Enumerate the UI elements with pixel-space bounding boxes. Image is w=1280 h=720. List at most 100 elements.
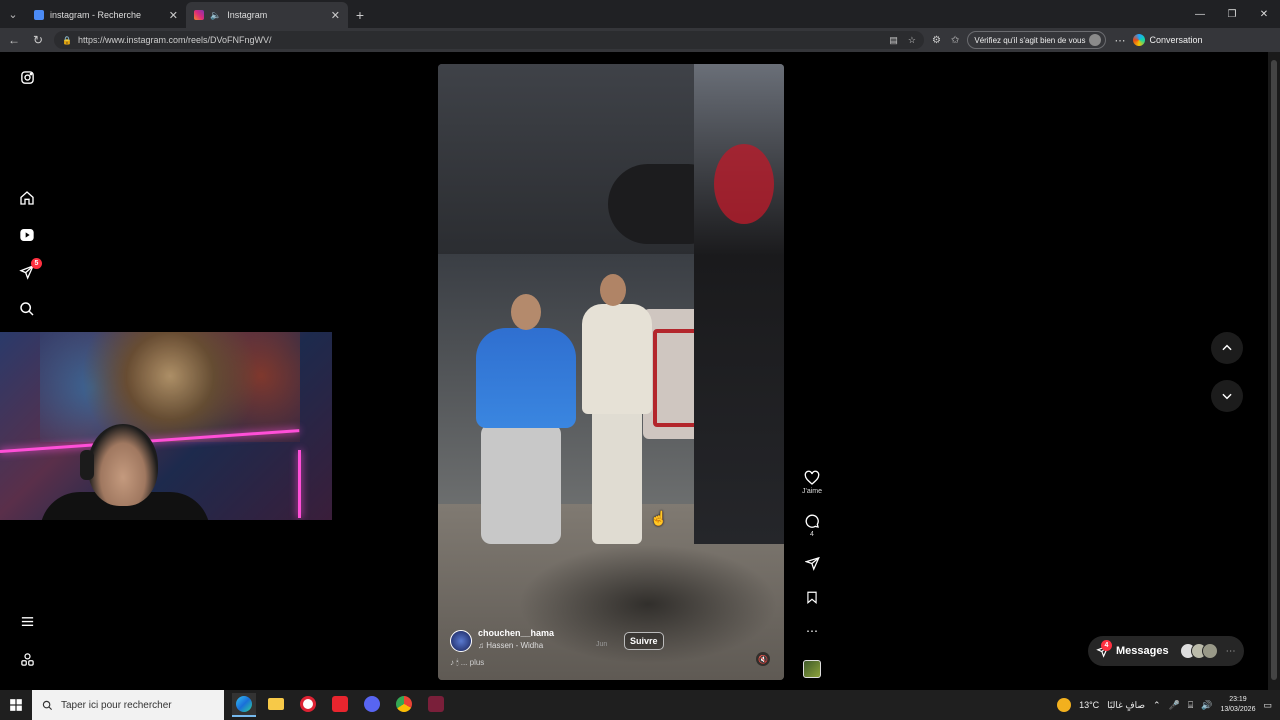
- reel-video[interactable]: [438, 64, 784, 680]
- lock-icon[interactable]: 🔒: [62, 36, 72, 45]
- audio-thumbnail[interactable]: [803, 660, 821, 678]
- minimize-button[interactable]: —: [1184, 0, 1216, 28]
- reels-icon[interactable]: [17, 225, 37, 245]
- comment-icon: [805, 514, 819, 528]
- steam-app[interactable]: [296, 693, 320, 717]
- scrollbar-thumb[interactable]: [1271, 60, 1277, 680]
- favorites-icon[interactable]: ✩: [951, 35, 959, 46]
- meta-apps-icon[interactable]: [17, 649, 37, 669]
- mute-icon[interactable]: 🔇: [756, 652, 770, 666]
- steam-icon: [300, 696, 316, 712]
- url-field[interactable]: 🔒 https://www.instagram.com/reels/DVoFNF…: [54, 31, 924, 49]
- notification-badge: 5: [31, 258, 42, 269]
- chrome-icon: [396, 696, 412, 712]
- profile-verify-button[interactable]: Vérifiez qu'il s'agit bien de vous: [967, 31, 1107, 49]
- back-button[interactable]: ←: [6, 33, 22, 47]
- hand-cursor-icon: ☝: [650, 510, 668, 526]
- network-icon[interactable]: ⌸: [1188, 700, 1193, 711]
- bookmark-icon: [807, 591, 817, 605]
- neon-light-vertical: [298, 450, 301, 518]
- more-dots-icon: ⋯: [1225, 645, 1236, 657]
- messages-pill[interactable]: Messages ⋯: [1088, 636, 1244, 666]
- edge-icon: [236, 696, 252, 712]
- conversation-label: Conversation: [1149, 35, 1203, 45]
- copilot-conversation-button[interactable]: Conversation: [1133, 34, 1203, 46]
- headset: [80, 450, 94, 480]
- follow-button[interactable]: Suivre: [624, 632, 664, 650]
- tab-instagram[interactable]: 🔈 Instagram ✕: [186, 2, 348, 28]
- url-text: https://www.instagram.com/reels/DVoFNFng…: [77, 35, 272, 45]
- refresh-button[interactable]: ↻: [30, 33, 46, 47]
- caption-more[interactable]: ♪ 🕯 ... plus: [450, 658, 484, 668]
- close-tab-icon[interactable]: ✕: [331, 9, 340, 22]
- tab-search[interactable]: instagram - Recherche ✕: [26, 2, 186, 28]
- author-avatar[interactable]: [450, 630, 472, 652]
- caption-icon: ♪ 🕯: [450, 658, 459, 667]
- weather-text: صافٍ غالبًا: [1107, 699, 1146, 710]
- tab-title: Instagram: [227, 10, 268, 20]
- video-person-white: [578, 274, 658, 554]
- streaming-app[interactable]: [424, 693, 448, 717]
- windows-logo-icon: [10, 699, 22, 711]
- messages-badge: 4: [1101, 640, 1112, 651]
- like-action[interactable]: J'aime: [800, 470, 824, 495]
- tab-actions-menu[interactable]: ⌄: [0, 0, 26, 28]
- close-window-button[interactable]: ✕: [1248, 0, 1280, 28]
- file-explorer-app[interactable]: [264, 693, 288, 717]
- page-scrollbar[interactable]: [1268, 52, 1280, 690]
- notifications-icon[interactable]: ▭: [1263, 700, 1272, 711]
- music-title: Hassen - Widha: [486, 641, 544, 650]
- more-dots-icon: ⋯: [806, 624, 818, 638]
- streamer-head: [88, 424, 158, 506]
- toolbar-icons: ⚙ ✩: [932, 35, 959, 46]
- chevron-down-icon: [1222, 393, 1232, 400]
- comment-action[interactable]: 4: [800, 513, 824, 538]
- share-action[interactable]: [800, 556, 824, 571]
- verify-label: Vérifiez qu'il s'agit bien de vous: [974, 35, 1086, 45]
- reel-music[interactable]: ♫ Hassen - Widha: [478, 641, 543, 650]
- profile-avatar: [1089, 34, 1102, 46]
- favorite-icon[interactable]: ☆: [908, 35, 916, 46]
- home-icon[interactable]: [17, 188, 37, 208]
- search-icon[interactable]: [17, 299, 37, 319]
- instagram-tab-icon: [194, 10, 204, 20]
- reel-info: chouchen__hama ♫ Hassen - Widha Jun ♪ 🕯 …: [450, 628, 710, 672]
- search-tab-icon: [34, 10, 44, 20]
- new-tab-button[interactable]: +: [348, 2, 372, 28]
- author-username[interactable]: chouchen__hama: [478, 628, 554, 638]
- copilot-icon: [1133, 34, 1146, 46]
- speaker-icon[interactable]: 🔈: [210, 10, 221, 21]
- discord-app[interactable]: [360, 693, 384, 717]
- close-tab-icon[interactable]: ✕: [169, 9, 178, 22]
- start-button[interactable]: [0, 690, 32, 720]
- weather-icon[interactable]: [1057, 698, 1072, 712]
- more-menu-icon[interactable]: [17, 611, 37, 631]
- next-reel-button[interactable]: [1211, 380, 1243, 412]
- stream-icon: [428, 696, 444, 712]
- save-action[interactable]: [800, 590, 824, 605]
- previous-reel-button[interactable]: [1211, 332, 1243, 364]
- chrome-app[interactable]: [392, 693, 416, 717]
- microphone-icon[interactable]: 🎤: [1169, 700, 1180, 711]
- tray-chevron-up-icon[interactable]: ⌃: [1153, 700, 1161, 711]
- instagram-logo-icon[interactable]: [17, 67, 37, 87]
- system-clock[interactable]: 23:19 13/03/2026: [1220, 695, 1255, 715]
- video-boxing-machine: [694, 64, 784, 544]
- extensions-icon[interactable]: ⚙: [932, 35, 941, 46]
- caption-faded: Jun: [596, 641, 608, 648]
- more-menu-icon[interactable]: ⋯: [1114, 34, 1125, 47]
- maximize-button[interactable]: ❐: [1216, 0, 1248, 28]
- weather-temperature[interactable]: 13°C: [1079, 700, 1099, 710]
- messenger-icon[interactable]: 5: [17, 258, 42, 282]
- window-controls: — ❐ ✕: [1184, 0, 1280, 28]
- taskbar-search[interactable]: Taper ici pour rechercher: [32, 690, 224, 720]
- reader-mode-icon[interactable]: ▤: [889, 35, 898, 46]
- edge-app[interactable]: [232, 693, 256, 717]
- clock-date: 13/03/2026: [1220, 706, 1256, 713]
- tab-title: instagram - Recherche: [50, 10, 142, 20]
- speaker-icon[interactable]: 🔊: [1201, 700, 1212, 711]
- address-bar-row: ← ↻ 🔒 https://www.instagram.com/reels/DV…: [0, 28, 1280, 52]
- adobe-app[interactable]: [328, 693, 352, 717]
- more-options-action[interactable]: ⋯: [800, 624, 824, 638]
- windows-taskbar: Taper ici pour rechercher 13°C صافٍ غالب…: [0, 690, 1280, 720]
